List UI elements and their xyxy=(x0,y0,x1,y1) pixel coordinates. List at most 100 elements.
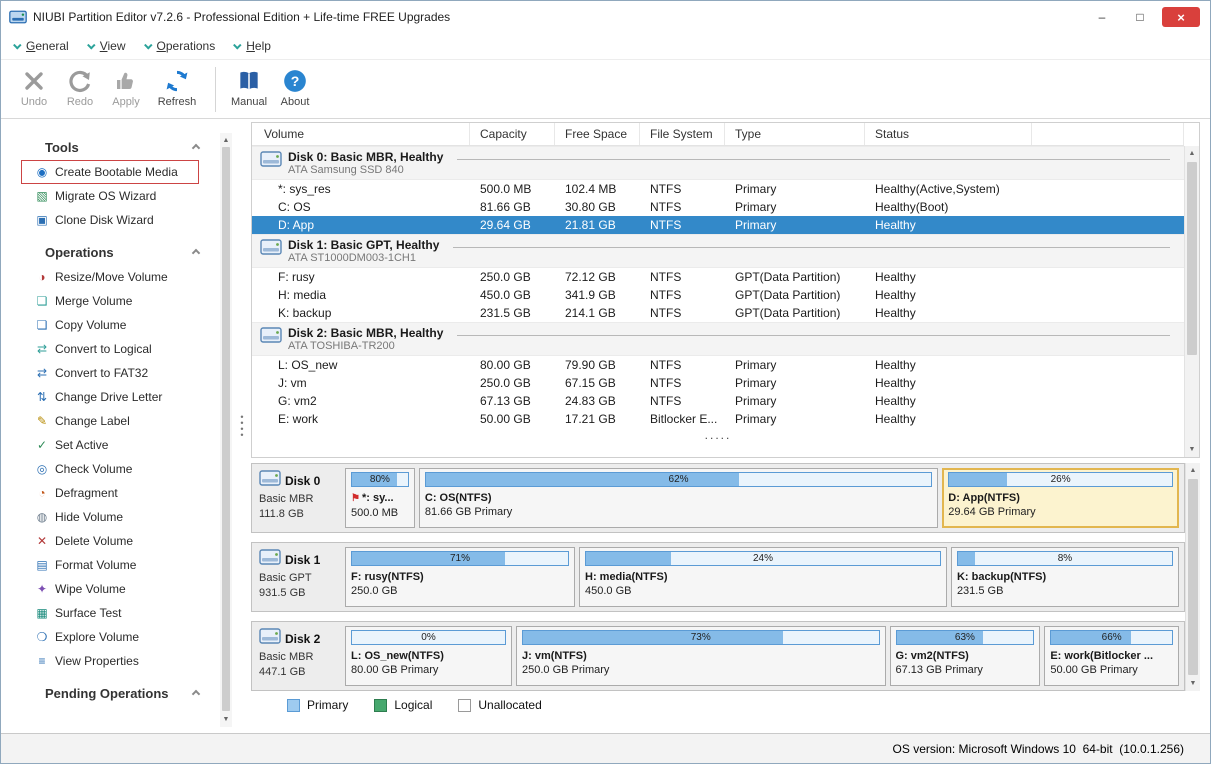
disk-group-row-disk-2[interactable]: Disk 2: Basic MBR, HealthyATA TOSHIBA-TR… xyxy=(252,322,1184,356)
partition-block-g-vm2-ntfs[interactable]: 63%G: vm2(NTFS)67.13 GB Primary xyxy=(890,626,1041,686)
sidebar-item-change-drive-letter[interactable]: ⇅Change Drive Letter xyxy=(21,385,199,409)
partition-block-d-app-ntfs[interactable]: 26%D: App(NTFS)29.64 GB Primary xyxy=(942,468,1179,528)
legend-label: Unallocated xyxy=(478,698,541,712)
scrollbar-thumb[interactable] xyxy=(222,147,230,711)
volume-row-l-os-new[interactable]: L: OS_new80.00 GB79.90 GBNTFSPrimaryHeal… xyxy=(252,356,1184,374)
refresh-button[interactable]: Refresh xyxy=(149,65,205,108)
sidebar-item-format-volume[interactable]: ▤Format Volume xyxy=(21,553,199,577)
sidebar-item-create-bootable-media[interactable]: ◉Create Bootable Media xyxy=(21,160,199,184)
partition-block-j-vm-ntfs[interactable]: 73%J: vm(NTFS)250.0 GB Primary xyxy=(516,626,886,686)
cell-free-space: 79.90 GB xyxy=(555,356,640,374)
scroll-up-icon[interactable]: ▲ xyxy=(1185,146,1199,161)
pane-splitter[interactable]: • • • • xyxy=(233,119,251,733)
volume-row-c-os[interactable]: C: OS81.66 GB30.80 GBNTFSPrimaryHealthy(… xyxy=(252,198,1184,216)
column-header-type[interactable]: Type xyxy=(725,123,865,145)
scroll-down-icon[interactable]: ▼ xyxy=(1186,676,1200,691)
sidebar-item-view-properties[interactable]: ≡View Properties xyxy=(21,649,199,673)
menu-view[interactable]: View xyxy=(89,39,126,53)
delete-volume-icon: ✕ xyxy=(34,534,50,548)
manual-icon xyxy=(236,67,262,94)
disk-strip: 0%L: OS_new(NTFS)80.00 GB Primary73%J: v… xyxy=(345,626,1179,686)
scroll-up-icon[interactable]: ▲ xyxy=(1186,463,1200,478)
scrollbar-thumb[interactable] xyxy=(1187,162,1197,355)
sidebar-item-defragment[interactable]: ◔Defragment xyxy=(21,481,199,505)
menu-bar: General View Operations Help xyxy=(1,33,1210,60)
sidebar-item-hide-volume[interactable]: ◍Hide Volume xyxy=(21,505,199,529)
column-header-volume[interactable]: Volume xyxy=(252,123,470,145)
apply-button[interactable]: Apply xyxy=(103,65,149,108)
partition-block-sy[interactable]: 80%⚑*: sy...500.0 MB xyxy=(345,468,415,528)
scroll-down-icon[interactable]: ▼ xyxy=(220,712,232,727)
volume-row-j-vm[interactable]: J: vm250.0 GB67.15 GBNTFSPrimaryHealthy xyxy=(252,374,1184,392)
menu-general[interactable]: General xyxy=(15,39,69,53)
column-header-free-space[interactable]: Free Space xyxy=(555,123,640,145)
usage-percent: 62% xyxy=(426,473,931,487)
about-button[interactable]: ? About xyxy=(272,65,318,108)
sidebar-section-header-operations[interactable]: Operations xyxy=(1,240,233,265)
partition-block-l-os-new-ntfs[interactable]: 0%L: OS_new(NTFS)80.00 GB Primary xyxy=(345,626,512,686)
redo-button[interactable]: Redo xyxy=(57,65,103,108)
partition-block-e-work-bitlocker[interactable]: 66%E: work(Bitlocker ...50.00 GB Primary xyxy=(1044,626,1179,686)
column-header-file-system[interactable]: File System xyxy=(640,123,725,145)
disk-info[interactable]: Disk 1Basic GPT931.5 GB xyxy=(257,547,341,607)
partition-block-k-backup-ntfs[interactable]: 8%K: backup(NTFS)231.5 GB xyxy=(951,547,1179,607)
disk-group-text: Disk 0: Basic MBR, HealthyATA Samsung SS… xyxy=(288,150,443,177)
sidebar-item-wipe-volume[interactable]: ✦Wipe Volume xyxy=(21,577,199,601)
diskmap-scrollbar[interactable]: ▲ ▼ xyxy=(1185,463,1200,691)
volume-row-f-rusy[interactable]: F: rusy250.0 GB72.12 GBNTFSGPT(Data Part… xyxy=(252,268,1184,286)
sidebar-item-copy-volume[interactable]: ❏Copy Volume xyxy=(21,313,199,337)
sidebar-item-set-active[interactable]: ✓Set Active xyxy=(21,433,199,457)
os-version-text: OS version: Microsoft Windows 10 64-bit … xyxy=(893,742,1184,756)
more-rows-indicator[interactable]: ..... xyxy=(252,428,1184,442)
sidebar-section-header-tools[interactable]: Tools xyxy=(1,135,233,160)
disk-info[interactable]: Disk 0Basic MBR111.8 GB xyxy=(257,468,341,528)
manual-button[interactable]: Manual xyxy=(226,65,272,108)
partition-block-f-rusy-ntfs[interactable]: 71%F: rusy(NTFS)250.0 GB xyxy=(345,547,575,607)
sidebar-item-migrate-os-wizard[interactable]: ▧Migrate OS Wizard xyxy=(21,184,199,208)
about-icon: ? xyxy=(282,67,308,94)
usage-bar: 80% xyxy=(351,472,409,487)
sidebar-section-header-pending-operations[interactable]: Pending Operations xyxy=(1,681,233,706)
disk-info[interactable]: Disk 2Basic MBR447.1 GB xyxy=(257,626,341,686)
minimize-button[interactable]: – xyxy=(1086,7,1118,27)
volume-row-d-app[interactable]: D: App29.64 GB21.81 GBNTFSPrimaryHealthy xyxy=(252,216,1184,234)
usage-bar: 24% xyxy=(585,551,941,566)
sidebar-item-convert-to-fat32[interactable]: ⇄Convert to FAT32 xyxy=(21,361,199,385)
volume-row-sys-res[interactable]: *: sys_res500.0 MB102.4 MBNTFSPrimaryHea… xyxy=(252,180,1184,198)
disk-strip: 80%⚑*: sy...500.0 MB62%C: OS(NTFS)81.66 … xyxy=(345,468,1179,528)
sidebar-item-explore-volume[interactable]: ❍Explore Volume xyxy=(21,625,199,649)
sidebar-scrollbar[interactable]: ▲ ▼ xyxy=(220,133,232,727)
sidebar-item-surface-test[interactable]: ▦Surface Test xyxy=(21,601,199,625)
scroll-up-icon[interactable]: ▲ xyxy=(220,133,232,148)
sidebar-item-clone-disk-wizard[interactable]: ▣Clone Disk Wizard xyxy=(21,208,199,232)
sidebar-section-title: Tools xyxy=(45,140,79,155)
maximize-button[interactable]: □ xyxy=(1124,7,1156,27)
sidebar-item-change-label[interactable]: ✎Change Label xyxy=(21,409,199,433)
undo-button[interactable]: Undo xyxy=(11,65,57,108)
partition-block-c-os-ntfs[interactable]: 62%C: OS(NTFS)81.66 GB Primary xyxy=(419,468,938,528)
column-header-status[interactable]: Status xyxy=(865,123,1032,145)
table-scrollbar[interactable]: ▲ ▼ xyxy=(1184,146,1199,457)
menu-help[interactable]: Help xyxy=(235,39,271,53)
disk-group-row-disk-1[interactable]: Disk 1: Basic GPT, HealthyATA ST1000DM00… xyxy=(252,234,1184,268)
scrollbar-thumb[interactable] xyxy=(1188,479,1198,675)
disk-strip: 71%F: rusy(NTFS)250.0 GB24%H: media(NTFS… xyxy=(345,547,1179,607)
sidebar-item-merge-volume[interactable]: ❏Merge Volume xyxy=(21,289,199,313)
sidebar-item-resize-move-volume[interactable]: ◑Resize/Move Volume xyxy=(21,265,199,289)
disk-group-row-disk-0[interactable]: Disk 0: Basic MBR, HealthyATA Samsung SS… xyxy=(252,146,1184,180)
partition-label: J: vm(NTFS) xyxy=(522,649,880,663)
volume-row-g-vm2[interactable]: G: vm267.13 GB24.83 GBNTFSPrimaryHealthy xyxy=(252,392,1184,410)
close-button[interactable]: × xyxy=(1162,7,1200,27)
volume-row-h-media[interactable]: H: media450.0 GB341.9 GBNTFSGPT(Data Par… xyxy=(252,286,1184,304)
scroll-down-icon[interactable]: ▼ xyxy=(1185,442,1199,457)
sidebar-item-check-volume[interactable]: ◎Check Volume xyxy=(21,457,199,481)
sidebar-item-delete-volume[interactable]: ✕Delete Volume xyxy=(21,529,199,553)
cell-capacity: 50.00 GB xyxy=(470,410,555,428)
column-header-capacity[interactable]: Capacity xyxy=(470,123,555,145)
volume-row-k-backup[interactable]: K: backup231.5 GB214.1 GBNTFSGPT(Data Pa… xyxy=(252,304,1184,322)
sidebar-item-convert-to-logical[interactable]: ⇄Convert to Logical xyxy=(21,337,199,361)
volume-row-e-work[interactable]: E: work50.00 GB17.21 GBBitlocker E...Pri… xyxy=(252,410,1184,428)
sidebar-section-title: Operations xyxy=(45,245,114,260)
partition-block-h-media-ntfs[interactable]: 24%H: media(NTFS)450.0 GB xyxy=(579,547,947,607)
menu-operations[interactable]: Operations xyxy=(146,39,216,53)
